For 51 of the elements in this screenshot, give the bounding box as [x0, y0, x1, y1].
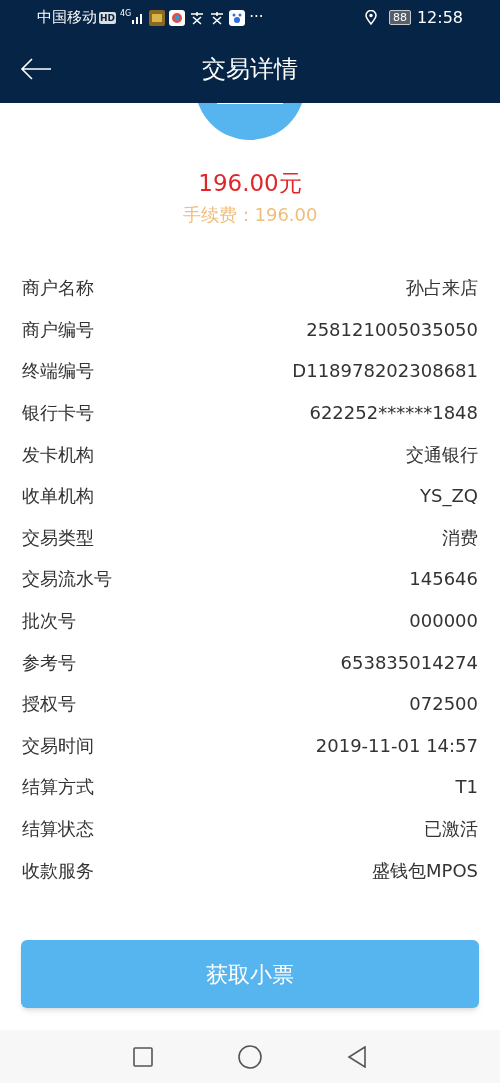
detail-label: 银行卡号	[22, 401, 94, 426]
detail-label: 结算方式	[22, 775, 94, 800]
app-icon	[189, 10, 206, 25]
detail-value: 2019-11-01 14:57	[315, 733, 478, 758]
network-type: 4G	[120, 8, 132, 20]
paw-icon	[229, 9, 246, 26]
fee: 手续费：196.00	[182, 203, 318, 227]
app-icon	[169, 9, 186, 26]
carrier-name: 中国移动	[37, 7, 97, 29]
detail-label: 收单机构	[22, 484, 94, 509]
detail-value: 000000	[409, 609, 478, 634]
detail-label: 收款服务	[22, 858, 94, 883]
back-icon[interactable]	[347, 1045, 367, 1068]
receipt-icon	[195, 103, 305, 140]
detail-label: 参考号	[22, 650, 76, 675]
detail-value: 盛钱包MPOS	[372, 858, 478, 883]
detail-value: 653835014274	[340, 650, 478, 675]
back-arrow-icon[interactable]	[20, 58, 52, 80]
detail-value: 交通银行	[406, 442, 478, 467]
detail-value: 孙占来店	[406, 276, 478, 301]
app-icon	[209, 10, 226, 25]
detail-label: 终端编号	[22, 359, 94, 384]
detail-value: YS_ZQ	[420, 484, 478, 509]
detail-value: 258121005035050	[306, 317, 478, 342]
detail-value: D118978202308681	[292, 359, 478, 384]
home-icon[interactable]	[238, 1044, 262, 1069]
battery-indicator: 88	[388, 10, 411, 25]
page-title: 交易详情	[202, 54, 298, 85]
detail-label: 商户名称	[22, 276, 94, 301]
detail-label: 交易流水号	[22, 567, 112, 592]
detail-value: 已激活	[424, 817, 478, 841]
detail-label: 结算状态	[22, 817, 94, 841]
detail-value: 消费	[442, 525, 478, 550]
detail-label: 批次号	[22, 609, 76, 634]
app-icon	[149, 9, 166, 26]
more-notifications: ···	[249, 7, 264, 29]
detail-label: 交易类型	[22, 525, 94, 550]
detail-value: T1	[455, 775, 478, 800]
detail-label: 发卡机构	[22, 442, 94, 467]
hd-badge: HD	[99, 11, 116, 24]
detail-value: 072500	[409, 692, 478, 717]
detail-label: 交易时间	[22, 733, 94, 758]
recent-apps-icon[interactable]	[133, 1046, 153, 1067]
amount: 196.00元	[198, 169, 302, 198]
get-receipt-button[interactable]: 获取小票	[21, 940, 479, 1008]
detail-label: 授权号	[22, 692, 76, 717]
clock: 12:58	[416, 6, 463, 29]
detail-value: 145646	[409, 567, 478, 592]
location-icon	[364, 10, 377, 25]
detail-label: 商户编号	[22, 317, 94, 342]
detail-value: 622252******1848	[309, 401, 478, 426]
